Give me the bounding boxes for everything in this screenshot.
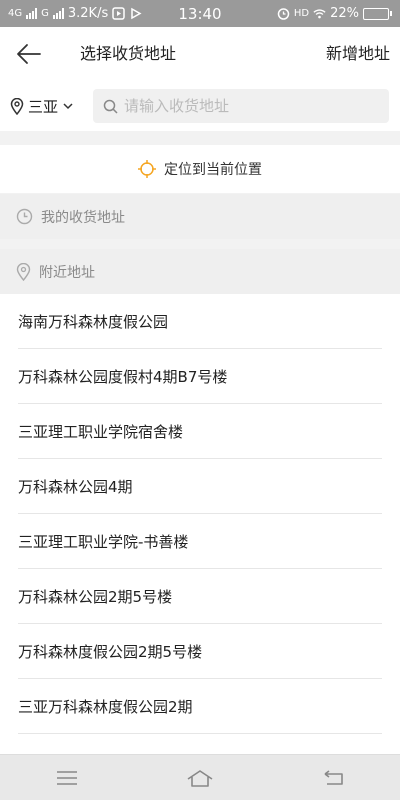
alarm-icon — [277, 7, 290, 20]
clock-icon — [16, 208, 33, 225]
search-input[interactable] — [124, 97, 374, 115]
arrow-left-icon — [17, 44, 41, 64]
nav-menu-button[interactable] — [47, 763, 87, 793]
header-bar: 选择收货地址 新增地址 — [0, 27, 400, 81]
search-icon — [103, 99, 118, 114]
network-type-1: 4G — [8, 8, 23, 19]
nav-back-button[interactable] — [313, 763, 353, 793]
wifi-icon — [313, 7, 326, 20]
app-notification-icon — [112, 7, 125, 20]
back-button[interactable] — [14, 40, 44, 68]
menu-icon — [56, 770, 77, 785]
search-box — [93, 89, 389, 123]
search-row: 三亚 — [0, 81, 400, 131]
city-selector[interactable]: 三亚 — [10, 91, 74, 121]
play-icon — [129, 7, 142, 20]
add-address-button[interactable]: 新增地址 — [326, 27, 390, 81]
list-item[interactable]: 三亚万科森林度假公园2期 — [18, 679, 382, 734]
my-addresses-label: 我的收货地址 — [41, 209, 125, 226]
hd-indicator: HD — [293, 8, 310, 19]
location-pin-icon — [16, 262, 31, 281]
back-icon — [324, 769, 344, 785]
page-title: 选择收货地址 — [80, 44, 177, 63]
status-bar: 4G G 3.2K/s 13:40 HD 22% — [0, 0, 400, 27]
crosshair-icon — [138, 160, 156, 178]
locate-current-position[interactable]: 定位到当前位置 — [0, 145, 400, 193]
nearby-section: 附近地址 — [0, 249, 400, 294]
network-type-2: G — [41, 8, 49, 19]
my-addresses-section: 我的收货地址 — [0, 194, 400, 239]
network-speed: 3.2K/s — [67, 6, 109, 21]
nearby-address-list: 海南万科森林度假公园 万科森林公园度假村4期B7号楼 三亚理工职业学院宿舍楼 万… — [0, 294, 400, 754]
system-nav-bar — [0, 754, 400, 800]
list-item[interactable]: 万科森林公园2期5号楼 — [18, 569, 382, 624]
signal-icon-2 — [52, 8, 64, 19]
list-item[interactable]: 万科森林公园度假村4期B7号楼 — [18, 349, 382, 404]
status-left: 4G G 3.2K/s — [8, 6, 142, 21]
list-item[interactable] — [18, 734, 382, 754]
battery-icon — [363, 7, 392, 20]
list-item[interactable]: 三亚理工职业学院-书善楼 — [18, 514, 382, 569]
list-item[interactable]: 万科森林度假公园2期5号楼 — [18, 624, 382, 679]
location-pin-icon — [10, 97, 24, 115]
status-right: HD 22% — [277, 6, 392, 21]
city-label: 三亚 — [28, 97, 59, 116]
locate-label: 定位到当前位置 — [164, 162, 262, 178]
list-item[interactable]: 万科森林公园4期 — [18, 459, 382, 514]
chevron-down-icon — [63, 103, 73, 110]
home-icon — [187, 769, 213, 787]
list-item[interactable]: 海南万科森林度假公园 — [18, 294, 382, 349]
nav-home-button[interactable] — [180, 763, 220, 793]
nearby-label: 附近地址 — [39, 264, 95, 281]
signal-icon — [26, 8, 38, 19]
list-item[interactable]: 三亚理工职业学院宿舍楼 — [18, 404, 382, 459]
battery-percent: 22% — [330, 6, 359, 21]
